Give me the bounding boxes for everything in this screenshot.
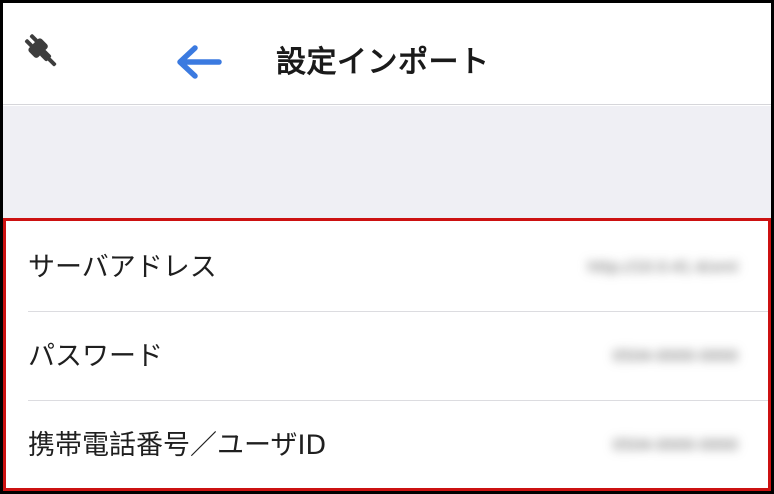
user-id-label: 携帯電話番号／ユーザID (28, 430, 327, 461)
server-address-row[interactable]: サーバアドレス http://10.0.41.4/xml (6, 223, 768, 312)
password-row[interactable]: パスワード 0504-0000-0000 (6, 312, 768, 401)
header-bar: 設定インポート (3, 3, 771, 105)
settings-list: サーバアドレス http://10.0.41.4/xml パスワード 0504-… (3, 218, 771, 491)
user-id-row[interactable]: 携帯電話番号／ユーザID 0504-0000-0000 (6, 401, 768, 490)
password-value: 0504-0000-0000 (612, 347, 738, 365)
section-spacer (3, 106, 771, 218)
user-id-value: 0504-0000-0000 (612, 436, 738, 454)
arrow-left-icon[interactable] (173, 43, 223, 81)
server-address-label: サーバアドレス (28, 252, 217, 283)
server-address-value: http://10.0.41.4/xml (587, 258, 738, 276)
password-label: パスワード (28, 341, 163, 372)
plug-icon (24, 34, 57, 67)
page-title: 設定インポート (276, 45, 490, 80)
